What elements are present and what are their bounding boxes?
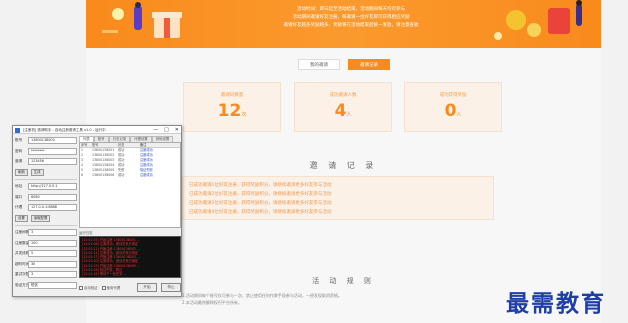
window-title: [注册机] 邀请助手 - 自动注册邀请工具 v1.0 - 运行中 [23, 128, 106, 132]
rules-text: 1.活动期间每个账号仅可参与一次，禁止使用任何作弊手段参与活动，一经发现取消资格… [182, 292, 342, 306]
record-item: 已成功邀请4位好友注册，获得奖励积分，请继续邀请更多好友参与活动 [189, 210, 332, 215]
column-header: 状态 [118, 143, 125, 147]
cell: 6 [81, 173, 84, 177]
window-tabs: 列表 账号 日志记录 代理设置 其他设置 [79, 136, 181, 142]
stat-value: 0人 [444, 101, 462, 121]
auto-verify-checkbox[interactable]: 自动验证 [79, 285, 98, 290]
field-label: 注册间隔 [15, 230, 28, 235]
field-label: 端口 [15, 194, 23, 199]
column-header: 备注 [140, 143, 147, 147]
stop-button[interactable]: 停止 [161, 282, 181, 292]
checkbox-icon [79, 285, 83, 290]
banner-text: 活动时间：即日起至活动结束，活动期间每天均可参与 活动期间邀请好友注册，每邀请一… [276, 6, 426, 30]
record-item: 已成功邀请3位好友注册，获得奖励积分，请继续邀请更多好友参与活动 [189, 201, 332, 206]
field-label: 密码 [15, 148, 23, 153]
divider [15, 225, 77, 226]
account-table: 序号 账号 状态 备注 1 13800138001 成功 注册成功 2 13800138… [79, 142, 181, 228]
table-row[interactable]: 6 13800138006 成功 注册成功 [80, 173, 180, 178]
log-console[interactable]: [12:01:05] 开始注册 13800138001 ... [12:01:0… [79, 236, 181, 278]
use-proxy-checkbox[interactable]: 使用代理 [101, 285, 120, 290]
column-header: 账号 [92, 143, 99, 147]
stat-label: 邀请码数量 [220, 93, 244, 98]
coins-illustration-icon [494, 0, 582, 40]
count-field[interactable]: 100 [28, 239, 77, 247]
set-button[interactable]: 设置 [15, 214, 28, 222]
stat-label: 成功邀请人数 [329, 93, 357, 98]
cell: 13800138006 [92, 173, 115, 177]
verify-select[interactable]: 短信 [28, 281, 77, 289]
promo-banner: 活动时间：即日起至活动结束，活动期间每天均可参与 活动期间邀请好友注册，每邀请一… [86, 0, 601, 48]
field-label: 地址 [15, 184, 23, 189]
gift-illustration-icon [102, 2, 182, 38]
tab-proxy[interactable]: 代理设置 [130, 136, 152, 142]
field-label: 注册数量 [15, 240, 28, 245]
field-label: 账号 [15, 138, 23, 143]
tab-other[interactable]: 其他设置 [151, 136, 174, 142]
stat-value: 4人 [334, 101, 352, 121]
timeout-field[interactable]: 30 [28, 260, 77, 268]
account-field[interactable]: 13800138000 [28, 137, 77, 145]
record-item: 已成功邀请1位好友注册，获得奖励积分，请继续邀请更多好友参与活动 [189, 183, 332, 188]
checkbox-icon [101, 285, 106, 290]
tab-log[interactable]: 日志记录 [108, 136, 131, 142]
stat-card: 邀请码数量 12次 [183, 82, 281, 132]
interval-field[interactable]: 3 [28, 229, 77, 237]
banner-line: 活动期间邀请好友注册，每邀请一位好友即可获得相应奖励 [292, 15, 410, 20]
close-icon[interactable]: ✕ [175, 126, 179, 133]
cell: 成功 [118, 173, 125, 177]
tab-account[interactable]: 账号 [93, 136, 109, 142]
start-button[interactable]: 开始 [137, 282, 157, 292]
tab-invite-records[interactable]: 邀请记录 [348, 59, 390, 70]
stat-value: 12次 [217, 101, 247, 121]
stat-label: 成功获得奖励 [439, 93, 467, 98]
tab-my-invite[interactable]: 我的邀请 [298, 59, 340, 70]
retry-field[interactable]: 3 [28, 271, 77, 279]
refresh-button[interactable]: 刷新 [15, 168, 28, 176]
field-label: 邀请 [15, 159, 23, 164]
stat-card: 成功获得奖励 0人 [404, 82, 502, 132]
minimize-icon[interactable]: — [153, 126, 158, 133]
window-titlebar[interactable]: [注册机] 邀请助手 - 自动注册邀请工具 v1.0 - 运行中 — □ ✕ [13, 126, 181, 134]
record-item: 已成功邀请2位好友注册，获得奖励积分，请继续邀请更多好友参与活动 [189, 192, 332, 197]
load-config-button[interactable]: 读取配置 [30, 214, 51, 222]
app-icon [15, 127, 20, 133]
rules-line: 2.本活动最终解释权归平台所有。 [182, 300, 242, 305]
field-label: 重试次数 [15, 272, 28, 277]
proxy-field[interactable]: 127.0.0.1:8888 [28, 204, 77, 212]
column-header: 序号 [81, 143, 88, 147]
banner-line: 活动时间：即日起至活动结束，活动期间每天均可参与 [297, 7, 405, 12]
field-label: 并发线程 [15, 251, 28, 256]
field-label: 代理 [15, 205, 23, 210]
threads-field[interactable]: 5 [28, 250, 77, 258]
field-label: 超时时间 [15, 261, 28, 266]
main-panel: 列表 账号 日志记录 代理设置 其他设置 序号 账号 状态 备注 1 138001… [79, 136, 181, 296]
port-field[interactable]: 8080 [28, 193, 77, 201]
records-list: 已成功邀请1位好友注册，获得奖励积分，请继续邀请更多好友参与活动 已成功邀请2位… [182, 176, 494, 220]
invite-tabs: 我的邀请 邀请记录 [298, 59, 390, 70]
tab-list[interactable]: 列表 [79, 136, 94, 142]
banner-line: 邀请好友越多奖励越多，奖励将在活动结束后统一发放，请注意查收 [283, 23, 419, 28]
field-label: 验证方式 [15, 282, 28, 287]
invite-code-field[interactable]: 123456 [28, 158, 77, 166]
stat-card: 成功邀请人数 4人 [294, 82, 392, 132]
generate-button[interactable]: 生成 [30, 168, 44, 176]
watermark-logo: 最需教育 [506, 290, 606, 317]
maximize-icon[interactable]: □ [164, 126, 169, 133]
settings-panel: 账号 13800138000 密码 ******** 邀请 123456 刷新 生成 地… [15, 136, 77, 296]
log-line: [12:01:29] 等待下一轮任务 ... [82, 272, 127, 277]
rules-line: 1.活动期间每个账号仅可参与一次，禁止使用任何作弊手段参与活动，一经发现取消资格… [182, 293, 342, 298]
address-field[interactable]: http://127.0.0.1 [28, 183, 77, 191]
app-window: [注册机] 邀请助手 - 自动注册邀请工具 v1.0 - 运行中 — □ ✕ 账… [12, 125, 182, 297]
password-field[interactable]: ******** [28, 147, 77, 155]
divider [15, 179, 77, 180]
action-bar: 自动验证 使用代理 开始 停止 [79, 281, 181, 293]
cell: 注册成功 [140, 173, 153, 177]
